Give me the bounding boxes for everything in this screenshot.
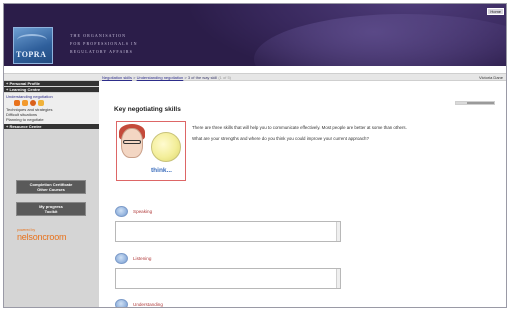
lightbulb-icon (115, 299, 128, 307)
breadcrumb-current: 3 of the way skill (187, 75, 218, 80)
skill-header: Listening (115, 253, 341, 264)
learning-centre-menu: Understanding negotiation Techniques and… (4, 93, 99, 124)
skill-listening: Listening (115, 253, 341, 289)
module-icons (6, 99, 97, 107)
breadcrumb-link-course[interactable]: Negotiation skills (102, 75, 132, 80)
skill-label: Understanding (133, 302, 163, 307)
nelson-wordmark: nelsoncroom (17, 232, 67, 242)
button-line: Toolkit (44, 209, 58, 214)
skill-label: Speaking (133, 209, 153, 214)
skill-header: Speaking (115, 206, 341, 217)
my-progress-button[interactable]: My progress Toolkit (16, 202, 86, 216)
skill-header: Understanding (115, 299, 341, 307)
speech-bubble-icon (115, 206, 128, 217)
home-button[interactable]: Home (487, 8, 504, 15)
header-banner: TOPRA THE ORGANISATION FOR PROFESSIONALS… (4, 4, 506, 66)
intro-paragraph: What are your strengths and where do you… (192, 136, 369, 141)
intro-paragraph: There are three skills that will help yo… (192, 125, 407, 130)
chart-icon (22, 100, 28, 106)
sidebar-item-planning[interactable]: Planning to negotiate (6, 117, 97, 122)
skill-understanding: Understanding (115, 299, 341, 307)
ear-icon (115, 253, 128, 264)
star-icon (38, 100, 44, 106)
skill-label: Listening (133, 256, 152, 261)
nelsoncroom-logo[interactable]: powered by nelsoncroom (17, 228, 67, 242)
user-name: Victoria Dane (479, 75, 503, 80)
speaking-textarea[interactable] (115, 221, 341, 242)
app-window: TOPRA THE ORGANISATION FOR PROFESSIONALS… (3, 3, 507, 308)
page-title: Key negotiating skills (114, 106, 181, 113)
textarea-scrollbar[interactable] (336, 222, 340, 241)
sidebar: + Personal Profile + Learning Centre Und… (4, 81, 99, 307)
people-icon (14, 100, 20, 106)
skill-speaking: Speaking (115, 206, 341, 242)
breadcrumb-link-module[interactable]: Understanding negotiation (137, 75, 184, 80)
think-illustration: think... (116, 121, 186, 181)
progress-bar (455, 101, 495, 105)
logo-text: TOPRA (16, 50, 47, 59)
org-line: FOR PROFESSIONALS IN (70, 41, 138, 46)
completion-certificate-button[interactable]: Completion Certificate Other Courses (16, 180, 86, 194)
breadcrumb-bar: Negotiation skills > Understanding negot… (4, 73, 506, 81)
breadcrumb: Negotiation skills > Understanding negot… (102, 75, 231, 80)
intro-text: There are three skills that will help yo… (192, 125, 492, 147)
listening-textarea[interactable] (115, 268, 341, 289)
org-line: REGULATORY AFFAIRS (70, 49, 133, 54)
progress-fill (456, 102, 468, 104)
glasses-icon (123, 140, 141, 144)
sidebar-section-resource-centre[interactable]: + Resource Centre (4, 124, 99, 130)
org-line: THE ORGANISATION (70, 33, 127, 38)
lightbulb-icon (151, 132, 181, 162)
think-caption: think... (151, 167, 172, 174)
handshake-icon (30, 100, 36, 106)
textarea-scrollbar[interactable] (336, 269, 340, 288)
button-line: Other Courses (37, 187, 65, 192)
breadcrumb-page-count: (1 of 5) (218, 75, 231, 80)
logo-wave (17, 34, 47, 46)
organisation-name: THE ORGANISATION FOR PROFESSIONALS IN RE… (70, 32, 138, 56)
topra-logo[interactable]: TOPRA (13, 27, 53, 64)
main-content: Key negotiating skills think... There ar… (103, 83, 503, 307)
